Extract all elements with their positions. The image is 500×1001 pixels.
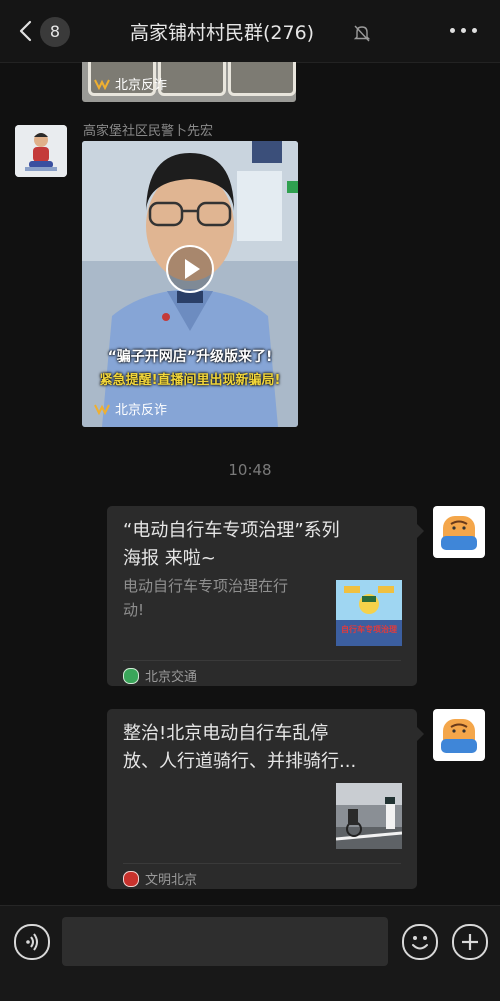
fanzha-logo-icon: [94, 404, 110, 415]
chat-title[interactable]: 高家铺村村民群(276): [130, 18, 314, 45]
link-source[interactable]: 文明北京: [123, 869, 197, 888]
sender-name: 高家堡社区民警卜先宏: [83, 124, 214, 139]
link-title-line2: 放、人行道骑行、并排骑行...: [123, 751, 357, 772]
source-name: 北京交通: [145, 670, 198, 685]
cartoon-avatar: [433, 506, 485, 558]
watermark: 北京反诈: [94, 399, 167, 418]
link-thumbnail: 自行车专项治理: [336, 580, 402, 646]
link-desc-line1: 电动自行车专项治理在行: [123, 577, 289, 595]
chat-header: 8 高家铺村村民群(276): [0, 0, 500, 63]
emoji-button[interactable]: [402, 924, 438, 960]
link-thumbnail: [336, 783, 402, 849]
link-title-line1: 整治!北京电动自行车乱停: [123, 723, 329, 744]
plus-icon: [462, 934, 478, 950]
video-caption-2: 紧急提醒!直播间里出现新骗局!: [99, 373, 281, 388]
message-input[interactable]: [62, 917, 388, 966]
unread-badge[interactable]: 8: [40, 17, 70, 47]
video-message[interactable]: “骗子开网店”升级版来了! 紧急提醒!直播间里出现新骗局! 北京反诈: [82, 141, 298, 427]
play-button[interactable]: [166, 245, 214, 293]
wenming-beijing-icon: [123, 870, 139, 887]
video-card-partial[interactable]: 北京反诈: [82, 62, 296, 102]
cartoon-avatar: [433, 709, 485, 761]
link-source[interactable]: 北京交通: [123, 666, 197, 685]
sender-avatar[interactable]: [15, 125, 67, 177]
video-caption-1: “骗子开网店”升级版来了!: [107, 349, 273, 365]
beijing-traffic-icon: [123, 667, 139, 684]
my-avatar[interactable]: [433, 709, 485, 761]
plus-button[interactable]: [452, 924, 488, 960]
child-photo: [15, 125, 67, 177]
link-card-ebike-posters[interactable]: “电动自行车专项治理”系列 海报 来啦~ 电动自行车专项治理在行 动! 自行车专…: [107, 506, 424, 686]
message-timestamp: 10:48: [228, 461, 272, 479]
back-arrow-icon[interactable]: [18, 20, 34, 42]
watermark: 北京反诈: [94, 74, 167, 93]
voice-icon: [26, 933, 38, 951]
link-title-line1: “电动自行车专项治理”系列: [123, 520, 340, 541]
fanzha-logo-icon: [94, 79, 110, 90]
emoji-icon: [412, 936, 428, 950]
watermark-text: 北京反诈: [115, 403, 168, 418]
link-card-ebike-regulation[interactable]: 整治!北京电动自行车乱停 放、人行道骑行、并排骑行... 文明北京: [107, 709, 424, 889]
more-options-icon[interactable]: [450, 28, 478, 36]
voice-button[interactable]: [14, 924, 50, 960]
input-bar: [0, 905, 500, 1001]
play-icon: [185, 259, 200, 279]
source-name: 文明北京: [145, 873, 198, 888]
link-title-line2: 海报 来啦~: [123, 548, 216, 569]
mute-bell-icon: [353, 25, 371, 42]
thumbnail-text: 自行车专项治理: [341, 625, 397, 634]
link-desc-line2: 动!: [123, 601, 145, 619]
my-avatar[interactable]: [433, 506, 485, 558]
watermark-text: 北京反诈: [115, 78, 168, 93]
